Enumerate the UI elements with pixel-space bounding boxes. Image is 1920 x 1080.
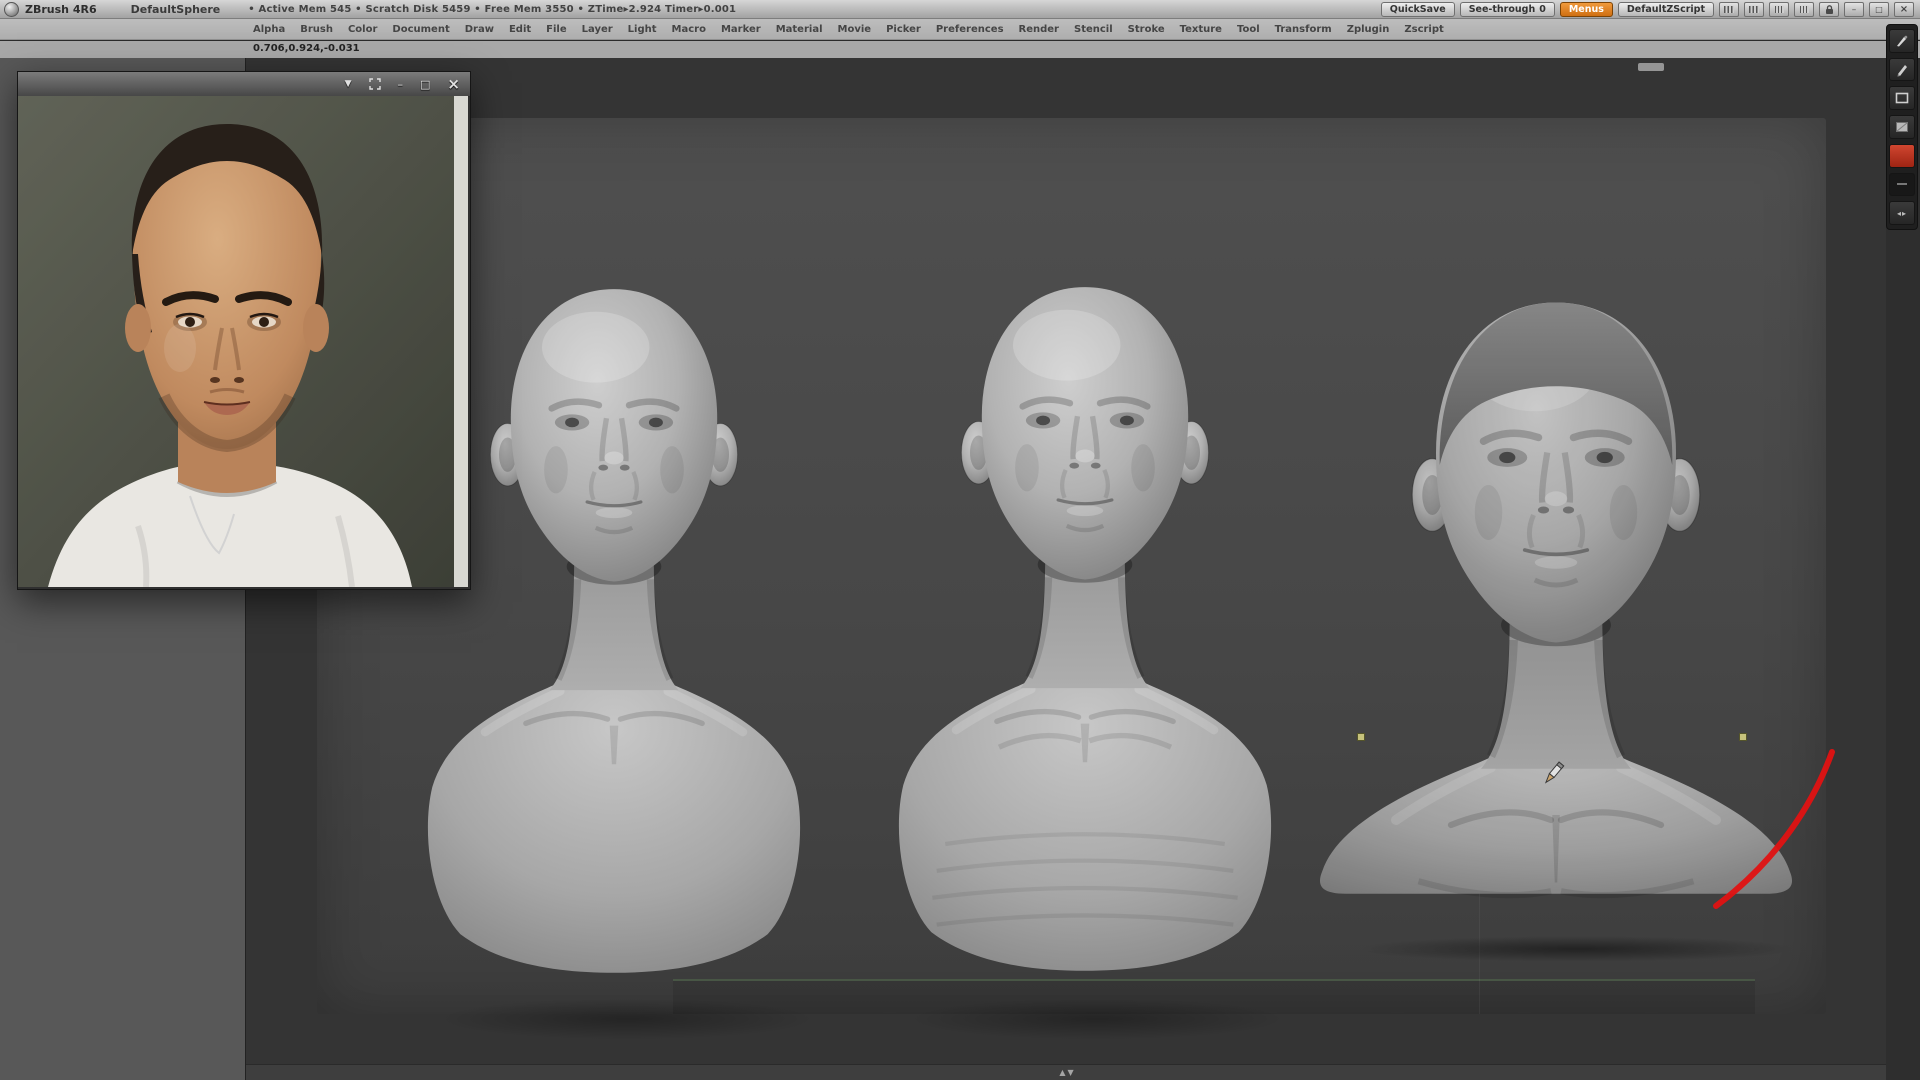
expand-icon[interactable]: [369, 78, 381, 90]
bust1-shadow: [437, 998, 817, 1040]
menu-edit[interactable]: Edit: [509, 24, 531, 35]
zbrush-app: ZBrush 4R6 DefaultSphere • Active Mem 54…: [0, 0, 1920, 1080]
grid-glyph: [1775, 6, 1784, 13]
menu-macro[interactable]: Macro: [672, 24, 706, 35]
document-canvas[interactable]: [317, 118, 1826, 1014]
rect-glyph: [1895, 92, 1909, 104]
sculpt-brush-icon[interactable]: [1889, 29, 1915, 53]
divider-bars-icon[interactable]: [1744, 2, 1764, 17]
menu-tool[interactable]: Tool: [1237, 24, 1260, 35]
close-icon[interactable]: ×: [447, 77, 460, 92]
menu-marker[interactable]: Marker: [721, 24, 761, 35]
menu-zscript[interactable]: Zscript: [1404, 24, 1443, 35]
cursor-coordinates: 0.706,0.924,-0.031: [253, 43, 360, 54]
sculpt-bust-2: [870, 242, 1300, 988]
default-zscript-label: DefaultZScript: [1627, 4, 1705, 15]
default-zscript-button[interactable]: DefaultZScript: [1618, 2, 1714, 17]
menubar: Alpha Brush Color Document Draw Edit Fil…: [0, 19, 1920, 40]
arrows-glyph: ◂▸: [1897, 209, 1907, 218]
right-toolbar: ◂▸: [1886, 24, 1918, 230]
texture-glyph: [1895, 121, 1909, 133]
window-glyph: □: [1875, 5, 1883, 14]
reference-portrait: [18, 96, 468, 587]
close-app-icon[interactable]: ×: [1894, 2, 1914, 17]
window-menu-caret-icon[interactable]: ▼: [345, 80, 352, 89]
app-title: ZBrush 4R6: [25, 3, 97, 16]
menu-picker[interactable]: Picker: [886, 24, 921, 35]
canvas-area[interactable]: ▲ ▼: [245, 58, 1887, 1080]
menu-material[interactable]: Material: [776, 24, 823, 35]
scroll-down-icon[interactable]: ▼: [1068, 1069, 1074, 1077]
menu-layer[interactable]: Layer: [582, 24, 613, 35]
see-through-label: See-through: [1469, 4, 1536, 15]
window-icon[interactable]: □: [1869, 2, 1889, 17]
quicksave-label: QuickSave: [1390, 4, 1446, 15]
menu-stencil[interactable]: Stencil: [1074, 24, 1113, 35]
see-through-button[interactable]: See-through 0: [1460, 2, 1555, 17]
menus-toggle-button[interactable]: Menus: [1560, 2, 1613, 17]
canvas-h-scroll-thumb[interactable]: [1638, 63, 1664, 71]
bars-glyph: [1724, 6, 1734, 13]
grid-glyph: [1800, 6, 1809, 13]
bust3-shadow: [1357, 936, 1797, 962]
minimize-icon[interactable]: –: [398, 79, 404, 90]
menu-document[interactable]: Document: [392, 24, 449, 35]
reference-window-titlebar[interactable]: ▼ – □ ×: [18, 72, 470, 97]
titlebar-buttons: QuickSave See-through 0 Menus DefaultZSc…: [1381, 2, 1914, 17]
reference-window-controls: ▼ – □ ×: [345, 72, 470, 96]
menu-movie[interactable]: Movie: [838, 24, 872, 35]
pen-glyph: [1895, 63, 1909, 77]
menu-zplugin[interactable]: Zplugin: [1347, 24, 1390, 35]
lock-icon[interactable]: [1819, 2, 1839, 17]
lock-glyph: [1825, 5, 1834, 15]
coordinate-bar: 0.706,0.924,-0.031: [0, 41, 1920, 59]
menus-label: Menus: [1569, 4, 1604, 15]
rect-select-icon[interactable]: [1889, 86, 1915, 110]
see-through-value: 0: [1539, 4, 1546, 15]
menu-preferences[interactable]: Preferences: [936, 24, 1004, 35]
menu-stroke[interactable]: Stroke: [1128, 24, 1165, 35]
secondary-color-swatch[interactable]: [1889, 173, 1915, 197]
scroll-arrows-icon[interactable]: ◂▸: [1889, 201, 1915, 225]
bust2-shadow: [907, 998, 1287, 1040]
menu-alpha[interactable]: Alpha: [253, 24, 285, 35]
memory-stats: • Active Mem 545 • Scratch Disk 5459 • F…: [248, 4, 736, 15]
menu-transform[interactable]: Transform: [1275, 24, 1332, 35]
texture-square-icon[interactable]: [1889, 115, 1915, 139]
reference-image-window[interactable]: ▼ – □ ×: [17, 71, 471, 590]
menu-draw[interactable]: Draw: [465, 24, 494, 35]
collapse-icon[interactable]: –: [1844, 2, 1864, 17]
sculpt-bust-3: [1306, 250, 1806, 900]
zbrush-logo-icon: [4, 2, 19, 17]
app-titlebar: ZBrush 4R6 DefaultSphere • Active Mem 54…: [0, 0, 1920, 19]
active-color-swatch[interactable]: [1889, 144, 1915, 168]
divider-bars-icon[interactable]: [1719, 2, 1739, 17]
palette-grid-icon[interactable]: [1769, 2, 1789, 17]
menu-brush[interactable]: Brush: [300, 24, 333, 35]
menu-light[interactable]: Light: [628, 24, 657, 35]
menu-render[interactable]: Render: [1019, 24, 1059, 35]
canvas-marker-dot[interactable]: [1357, 733, 1365, 741]
palette-grid-icon[interactable]: [1794, 2, 1814, 17]
active-tool-name: DefaultSphere: [131, 3, 221, 16]
bars-glyph: [1749, 6, 1759, 13]
collapse-glyph: –: [1852, 5, 1857, 15]
swatch-glyph: [1896, 179, 1908, 189]
canvas-bottom-scrollbar: ▲ ▼: [246, 1064, 1887, 1080]
brush-glyph: [1895, 34, 1909, 48]
quicksave-button[interactable]: QuickSave: [1381, 2, 1455, 17]
reference-photo: [18, 96, 468, 587]
scroll-up-icon[interactable]: ▲: [1059, 1069, 1065, 1077]
menu-color[interactable]: Color: [348, 24, 377, 35]
close-glyph: ×: [1900, 4, 1908, 15]
menu-texture[interactable]: Texture: [1180, 24, 1222, 35]
menu-file[interactable]: File: [546, 24, 566, 35]
draw-pen-icon[interactable]: [1889, 58, 1915, 82]
canvas-marker-dot[interactable]: [1739, 733, 1747, 741]
maximize-icon[interactable]: □: [420, 79, 430, 90]
